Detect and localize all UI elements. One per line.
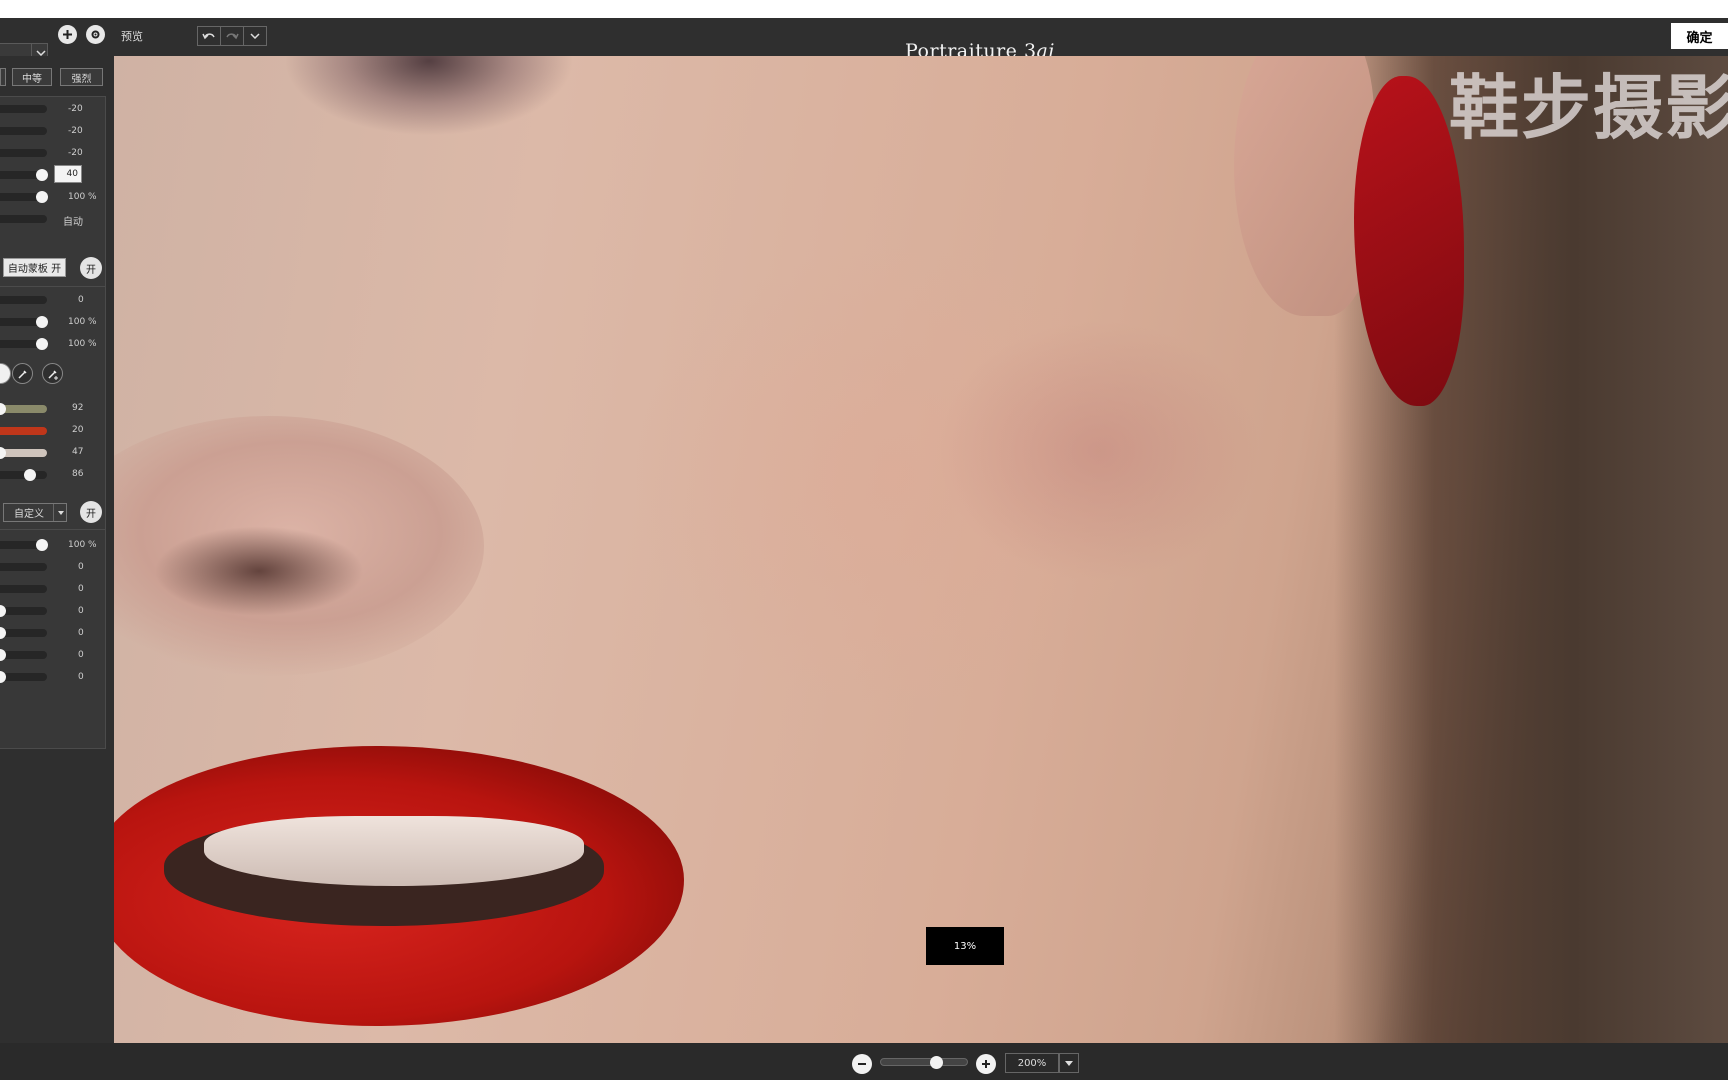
enhance-value-1: 100 (68, 540, 86, 550)
redo-icon[interactable] (220, 26, 244, 46)
chevron-down-icon[interactable] (1059, 1053, 1079, 1073)
smoothing-value-1: -20 (68, 104, 83, 114)
hue-value: 92 (72, 403, 84, 413)
enhance-slider-5[interactable] (0, 629, 47, 637)
saturation-slider[interactable] (0, 427, 47, 435)
enhance-unit-1: % (88, 540, 97, 550)
history-dropdown-icon[interactable] (243, 26, 267, 46)
preset-button-medium[interactable]: 中等 (12, 68, 52, 86)
enhance-slider-3[interactable] (0, 585, 47, 593)
preview-label[interactable]: 预览 (121, 28, 143, 44)
smoothing-slider-1[interactable] (0, 105, 47, 113)
enhance-toggle-button[interactable]: 开 (80, 501, 102, 523)
enhance-value-7: 0 (78, 672, 84, 682)
preset-button-strong[interactable]: 强烈 (60, 68, 103, 86)
mask-value-2: 100 (68, 317, 86, 327)
latitude-value: 86 (72, 469, 84, 479)
eyedropper-plus-icon[interactable] (42, 363, 63, 384)
smoothing-value-3: -20 (68, 148, 83, 158)
hue-slider[interactable] (0, 405, 47, 413)
enhance-slider-7[interactable] (0, 673, 47, 681)
add-preset-button[interactable] (58, 25, 77, 44)
zoom-level-field[interactable]: 200% (1005, 1053, 1059, 1073)
top-strip (0, 0, 1728, 18)
latitude-slider-knob[interactable] (24, 469, 36, 481)
enhance-slider-6[interactable] (0, 651, 47, 659)
eye-region (284, 56, 574, 136)
watermark-text: 鞋步摄影 (1449, 67, 1728, 149)
enhance-slider-1-knob[interactable] (36, 539, 48, 551)
enhance-value-2: 0 (78, 562, 84, 572)
ear-region (1234, 56, 1374, 316)
amount-value: 100 (68, 192, 86, 202)
auto-mask-button[interactable]: 自动蒙板 开 (3, 258, 66, 277)
ok-button[interactable]: 确定 (1671, 23, 1728, 49)
mask-unit-2: % (88, 317, 97, 327)
nostril-region (154, 526, 364, 616)
progress-indicator: 13% (926, 927, 1004, 965)
eyedropper-icon[interactable] (12, 363, 33, 384)
smoothing-slider-2[interactable] (0, 127, 47, 135)
enhance-group (0, 529, 106, 749)
radius-slider[interactable] (0, 215, 47, 223)
smoothing-value-2: -20 (68, 126, 83, 136)
zoom-in-button[interactable] (976, 1054, 996, 1074)
gear-icon[interactable] (86, 25, 105, 44)
enhance-value-6: 0 (78, 650, 84, 660)
zoom-slider-knob[interactable] (930, 1056, 943, 1069)
undo-icon[interactable] (197, 26, 221, 46)
luminance-value: 47 (72, 447, 84, 457)
chevron-down-icon[interactable] (53, 504, 68, 521)
amount-slider-knob[interactable] (36, 191, 48, 203)
preview-canvas[interactable]: 鞋步摄影 13% (114, 56, 1728, 1043)
mask-slider-1[interactable] (0, 296, 47, 304)
zoom-slider[interactable] (880, 1058, 968, 1066)
enhance-slider-4[interactable] (0, 607, 47, 615)
threshold-slider-knob[interactable] (36, 169, 48, 181)
radius-value: 自动 (63, 217, 83, 228)
enhance-value-5: 0 (78, 628, 84, 638)
mask-unit-3: % (88, 339, 97, 349)
smoothing-slider-3[interactable] (0, 149, 47, 157)
preset-button-mild[interactable] (0, 68, 6, 86)
teeth-region (204, 816, 584, 886)
enhance-slider-2[interactable] (0, 563, 47, 571)
mask-slider-2-knob[interactable] (36, 316, 48, 328)
enhance-value-3: 0 (78, 584, 84, 594)
threshold-input[interactable]: 40 (54, 165, 82, 183)
zoom-out-button[interactable] (852, 1054, 872, 1074)
saturation-value: 20 (72, 425, 84, 435)
mask-toggle-button[interactable]: 开 (80, 257, 102, 279)
title-bar: 预览 Portraiture 3ai 确定 (0, 18, 1728, 62)
mask-value-1: 0 (78, 295, 84, 305)
mask-slider-3-knob[interactable] (36, 338, 48, 350)
mask-value-3: 100 (68, 339, 86, 349)
luminance-slider[interactable] (0, 449, 47, 457)
amount-unit: % (88, 192, 97, 202)
left-panel: 中等 强烈 -20 -20 -20 40 100 % 自动 自动蒙板 开 开 0… (0, 56, 114, 1043)
enhance-value-4: 0 (78, 606, 84, 616)
